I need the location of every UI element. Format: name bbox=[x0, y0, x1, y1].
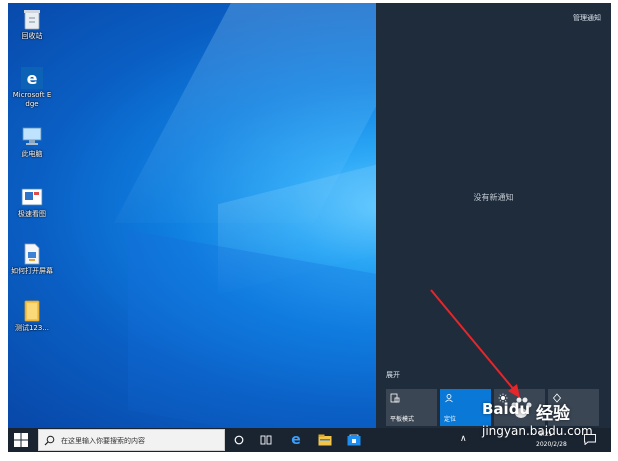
desktop-icon-folder[interactable]: 测试123... bbox=[11, 300, 53, 333]
desktop-icon-document[interactable]: 如何打开屏幕 bbox=[11, 243, 53, 276]
expand-link[interactable]: 展开 bbox=[386, 370, 400, 380]
desktop-icon-label: 测试123... bbox=[14, 324, 50, 332]
search-icon bbox=[44, 435, 55, 446]
taskbar-edge-button[interactable]: e bbox=[288, 432, 304, 448]
desktop-icon-edge[interactable]: e Microsoft Edge bbox=[11, 67, 53, 109]
cortana-button[interactable] bbox=[231, 432, 247, 448]
tray-chevron-up-icon[interactable]: ∧ bbox=[460, 434, 467, 444]
screen: 回收站 e Microsoft Edge 此电脑 极速看图 如何打开屏幕 测试1… bbox=[8, 3, 611, 452]
taskbar-file-explorer-button[interactable] bbox=[317, 432, 333, 448]
cortana-circle-icon bbox=[234, 435, 244, 445]
desktop-icon-label: Microsoft Edge bbox=[12, 91, 52, 108]
annotation-arrow bbox=[430, 289, 520, 398]
watermark-suffix: 经验 bbox=[536, 404, 570, 424]
desktop-icon-this-pc[interactable]: 此电脑 bbox=[11, 126, 53, 159]
recycle-bin-icon bbox=[21, 8, 43, 30]
quick-action-label: 平板模式 bbox=[390, 416, 415, 423]
task-view-button[interactable] bbox=[258, 432, 274, 448]
file-explorer-icon bbox=[318, 434, 332, 446]
baidu-jingyan-watermark: Baidu 经验 jingyan.baidu.com bbox=[482, 394, 602, 450]
edge-icon: e bbox=[21, 67, 43, 89]
desktop-icon-label: 如何打开屏幕 bbox=[11, 267, 53, 275]
store-icon bbox=[347, 434, 361, 446]
search-placeholder: 在这里输入你要搜索的内容 bbox=[61, 437, 145, 445]
desktop-icon-label: 极速看图 bbox=[18, 210, 46, 218]
folder-icon bbox=[21, 300, 43, 322]
taskbar-search-box[interactable]: 在这里输入你要搜索的内容 bbox=[38, 429, 225, 451]
watermark-url: jingyan.baidu.com bbox=[482, 424, 593, 438]
edge-icon: e bbox=[291, 432, 301, 448]
tablet-mode-icon bbox=[390, 393, 400, 403]
desktop-icon-label: 此电脑 bbox=[21, 150, 43, 158]
computer-icon bbox=[21, 126, 43, 148]
desktop-icon-label: 回收站 bbox=[21, 32, 43, 40]
desktop-icon-image-viewer[interactable]: 极速看图 bbox=[11, 186, 53, 219]
desktop-icon-recycle-bin[interactable]: 回收站 bbox=[11, 8, 53, 41]
taskbar-store-button[interactable] bbox=[346, 432, 362, 448]
windows-start-icon[interactable] bbox=[14, 433, 28, 447]
no-notifications-message: 没有新通知 bbox=[473, 193, 514, 202]
watermark-brand: Baidu bbox=[482, 400, 531, 418]
task-view-icon bbox=[260, 435, 272, 445]
image-viewer-icon bbox=[21, 186, 43, 208]
manage-notifications-link[interactable]: 管理通知 bbox=[573, 13, 601, 23]
quick-action-label: 定位 bbox=[444, 416, 457, 423]
document-icon bbox=[21, 243, 43, 265]
